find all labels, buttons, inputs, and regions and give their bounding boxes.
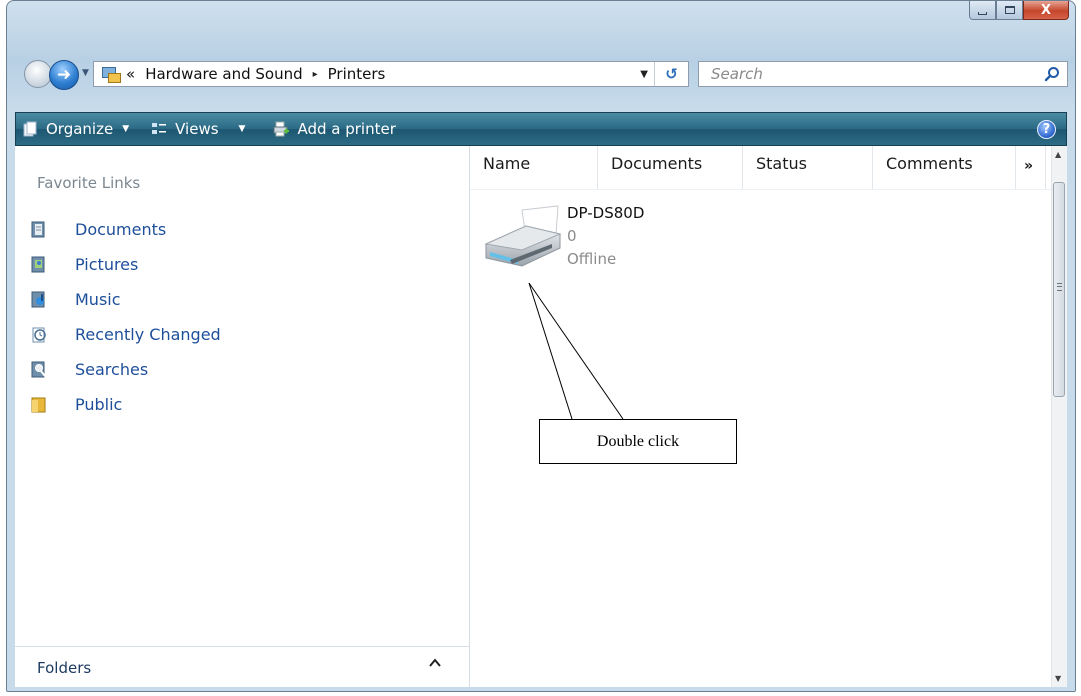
favorite-link-recently-changed[interactable]: Recently Changed: [31, 317, 221, 352]
favorite-links-heading: Favorite Links: [37, 174, 141, 192]
add-printer-button[interactable]: Add a printer: [267, 113, 401, 145]
printer-icon: [480, 204, 562, 274]
help-icon[interactable]: ?: [1037, 120, 1056, 139]
breadcrumb-overflow[interactable]: «: [126, 65, 135, 83]
vertical-scrollbar[interactable]: ▲ ▼: [1051, 146, 1067, 687]
favorite-link-label: Documents: [75, 220, 167, 239]
views-icon: [151, 121, 167, 137]
favorite-link-public[interactable]: Public: [31, 387, 221, 422]
breadcrumb-printers[interactable]: Printers: [328, 65, 386, 83]
more-columns-button[interactable]: »: [1016, 146, 1046, 189]
printer-item[interactable]: DP-DS80D 0 Offline: [480, 204, 660, 284]
views-button[interactable]: Views ▼: [145, 113, 251, 145]
favorite-link-label: Recently Changed: [75, 325, 221, 344]
scroll-down-icon[interactable]: ▼: [1055, 674, 1061, 683]
printer-status: Offline: [567, 250, 617, 268]
views-label: Views: [175, 120, 219, 138]
breadcrumb-hardware-and-sound[interactable]: Hardware and Sound: [145, 65, 302, 83]
maximize-button[interactable]: [996, 1, 1023, 20]
recently-changed-icon: [31, 326, 47, 343]
organize-label: Organize: [46, 120, 114, 138]
favorite-link-label: Public: [75, 395, 123, 414]
navigation-bar: ➜ ▼ « Hardware and Sound ▸ Printers ▼ ↺: [7, 59, 1075, 93]
searches-icon: [31, 361, 47, 378]
folders-bar[interactable]: Folders: [15, 646, 469, 687]
favorite-link-music[interactable]: Music: [31, 282, 221, 317]
minimize-button[interactable]: [969, 1, 996, 20]
views-dropdown-icon: ▼: [238, 124, 246, 134]
favorite-link-label: Music: [75, 290, 121, 309]
printer-name: DP-DS80D: [567, 204, 645, 222]
file-list-pane: Name Documents Status Comments » DP-DS80…: [470, 146, 1067, 687]
column-header-documents[interactable]: Documents: [598, 146, 743, 189]
favorite-link-documents[interactable]: Documents: [31, 212, 221, 247]
folders-label: Folders: [37, 659, 92, 677]
search-box[interactable]: [698, 61, 1068, 87]
column-header-comments[interactable]: Comments: [873, 146, 1016, 189]
close-icon: X: [1040, 2, 1052, 18]
minimize-icon: [978, 11, 987, 15]
search-icon[interactable]: [1037, 62, 1067, 86]
command-toolbar: Organize ▼ Views ▼ Add a printer ?: [15, 112, 1067, 146]
favorite-link-label: Searches: [75, 360, 149, 379]
caption-buttons: X: [969, 1, 1069, 20]
close-button[interactable]: X: [1023, 1, 1069, 20]
column-header-status[interactable]: Status: [743, 146, 873, 189]
favorite-link-pictures[interactable]: Pictures: [31, 247, 221, 282]
refresh-icon: ↺: [665, 65, 678, 83]
column-headers: Name Documents Status Comments »: [470, 146, 1052, 190]
recent-pages-dropdown-icon[interactable]: ▼: [82, 68, 89, 78]
pictures-icon: [31, 256, 47, 273]
chevron-up-icon: [429, 657, 441, 672]
documents-icon: [31, 221, 47, 238]
address-bar[interactable]: « Hardware and Sound ▸ Printers ▼ ↺: [93, 61, 689, 87]
organize-button[interactable]: Organize ▼: [16, 113, 135, 145]
favorite-links-list: Documents Pictures Music Recently Change…: [31, 212, 221, 422]
favorite-link-label: Pictures: [75, 255, 139, 274]
address-dropdown-icon[interactable]: ▼: [640, 69, 648, 80]
forward-button[interactable]: ➜: [49, 60, 79, 90]
refresh-button[interactable]: ↺: [654, 62, 688, 86]
organize-icon: [22, 121, 38, 137]
forward-arrow-icon: ➜: [56, 65, 72, 85]
column-header-name[interactable]: Name: [470, 146, 598, 189]
music-icon: [31, 291, 47, 308]
organize-dropdown-icon: ▼: [122, 124, 130, 134]
double-click-callout: Double click: [539, 419, 737, 464]
navigation-pane: Favorite Links Documents Pictures Music: [15, 146, 470, 687]
add-printer-icon: [273, 121, 290, 137]
search-input[interactable]: [709, 64, 1037, 84]
scroll-up-icon[interactable]: ▲: [1055, 150, 1061, 159]
scrollbar-thumb[interactable]: [1053, 182, 1065, 397]
add-printer-label: Add a printer: [297, 120, 396, 138]
printer-document-count: 0: [567, 227, 577, 245]
control-panel-printers-icon: [102, 66, 121, 83]
public-folder-icon: [31, 396, 47, 413]
explorer-window: X ➜ ▼ « Hardware and Sound ▸ Printers ▼ …: [6, 0, 1076, 692]
back-button[interactable]: [24, 60, 52, 88]
maximize-icon: [1004, 6, 1015, 14]
breadcrumb-separator-icon[interactable]: ▸: [313, 69, 318, 80]
favorite-link-searches[interactable]: Searches: [31, 352, 221, 387]
